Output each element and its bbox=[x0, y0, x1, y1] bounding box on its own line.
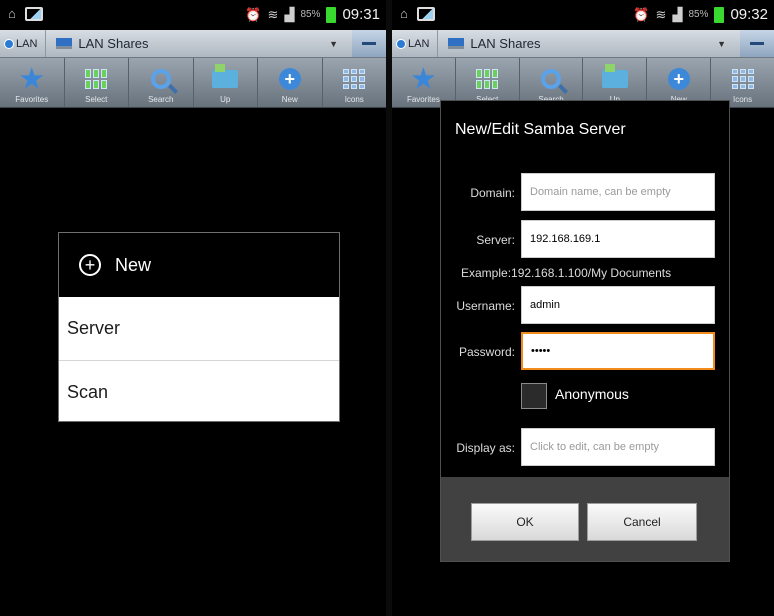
plus-circle-icon: + bbox=[79, 254, 101, 276]
menu-item-server[interactable]: Server bbox=[59, 297, 339, 360]
menu-item-scan[interactable]: Scan bbox=[59, 360, 339, 423]
dialog-footer: OK Cancel bbox=[441, 477, 729, 561]
server-example-text: Example:192.168.1.100/My Documents bbox=[461, 266, 672, 280]
new-button[interactable]: + New bbox=[258, 58, 323, 107]
minus-icon bbox=[362, 42, 376, 45]
display-as-field[interactable]: Click to edit, can be empty bbox=[521, 428, 715, 466]
popup-header: + New bbox=[59, 233, 339, 297]
minus-icon bbox=[750, 42, 764, 45]
server-field[interactable]: 192.168.169.1 bbox=[521, 220, 715, 258]
search-button[interactable]: Search bbox=[129, 58, 194, 107]
title-bar: LAN LAN Shares ▼ bbox=[0, 30, 386, 58]
plus-icon: + bbox=[667, 68, 690, 90]
status-bar: ⌂ ⏰ ≋ ▟ 85% 09:31 bbox=[0, 0, 386, 30]
home-notification-icon: ⌂ bbox=[8, 6, 16, 21]
favorites-button[interactable]: Favorites bbox=[0, 58, 65, 107]
select-grid-icon bbox=[85, 69, 108, 89]
computer-icon bbox=[448, 38, 465, 49]
ok-button[interactable]: OK bbox=[471, 503, 579, 541]
minimize-button[interactable] bbox=[352, 30, 386, 57]
dropdown-arrow-icon[interactable]: ▼ bbox=[329, 39, 338, 49]
lan-tab[interactable]: LAN bbox=[392, 30, 439, 57]
select-button[interactable]: Select bbox=[65, 58, 129, 107]
up-label: Up bbox=[220, 95, 231, 104]
toolbar: Favorites Select Search Up + New Icons bbox=[0, 58, 386, 108]
star-icon bbox=[20, 67, 44, 89]
lan-tab[interactable]: LAN bbox=[0, 30, 47, 57]
dialog-title: New/Edit Samba Server bbox=[455, 121, 626, 138]
lan-tab-label: LAN bbox=[16, 37, 38, 50]
new-popup-menu: + New Server Scan bbox=[58, 232, 340, 422]
alarm-icon: ⏰ bbox=[633, 6, 650, 22]
lan-shares-tab[interactable]: LAN Shares bbox=[438, 36, 717, 51]
search-icon bbox=[541, 69, 562, 89]
cancel-button[interactable]: Cancel bbox=[587, 503, 697, 541]
gallery-notification-icon bbox=[24, 7, 43, 21]
home-notification-icon: ⌂ bbox=[400, 6, 408, 21]
signal-icon: ▟ bbox=[672, 6, 683, 22]
search-label: Search bbox=[148, 95, 174, 104]
clock: 09:31 bbox=[342, 6, 380, 23]
samba-server-dialog: New/Edit Samba Server Domain: Domain nam… bbox=[440, 100, 730, 562]
anonymous-checkbox[interactable] bbox=[521, 383, 547, 409]
password-label: Password: bbox=[458, 345, 515, 359]
lan-icon bbox=[4, 38, 14, 49]
domain-field[interactable]: Domain name, can be empty bbox=[521, 173, 715, 211]
icons-grid-icon bbox=[343, 69, 366, 89]
star-icon bbox=[411, 67, 435, 89]
new-label: New bbox=[281, 95, 298, 104]
left-screen: ⌂ ⏰ ≋ ▟ 85% 09:31 LAN LAN Shares ▼ Favor… bbox=[0, 0, 386, 616]
clock: 09:32 bbox=[730, 6, 768, 23]
popup-title: New bbox=[115, 254, 152, 275]
favorites-label: Favorites bbox=[15, 95, 49, 104]
alarm-icon: ⏰ bbox=[245, 6, 262, 22]
display-as-label: Display as: bbox=[456, 441, 515, 455]
folder-up-icon bbox=[601, 64, 628, 88]
up-button[interactable]: Up bbox=[194, 58, 258, 107]
username-label: Username: bbox=[456, 299, 515, 313]
lan-icon bbox=[396, 38, 406, 49]
anonymous-label: Anonymous bbox=[555, 386, 629, 402]
lan-shares-label: LAN Shares bbox=[78, 36, 149, 51]
lan-tab-label: LAN bbox=[408, 37, 430, 50]
status-bar: ⌂ ⏰ ≋ ▟ 85% 09:32 bbox=[392, 0, 774, 30]
plus-icon: + bbox=[278, 68, 301, 90]
domain-label: Domain: bbox=[470, 186, 515, 200]
battery-icon bbox=[326, 6, 337, 23]
select-label: Select bbox=[85, 95, 108, 104]
server-label: Server: bbox=[476, 233, 515, 247]
lan-shares-tab[interactable]: LAN Shares bbox=[46, 36, 329, 51]
wifi-icon: ≋ bbox=[267, 6, 279, 22]
title-bar: LAN LAN Shares ▼ bbox=[392, 30, 774, 58]
select-grid-icon bbox=[476, 69, 499, 89]
username-field[interactable]: admin bbox=[521, 286, 715, 324]
wifi-icon: ≋ bbox=[655, 6, 667, 22]
signal-icon: ▟ bbox=[284, 6, 295, 22]
computer-icon bbox=[56, 38, 73, 49]
icons-button[interactable]: Icons bbox=[323, 58, 387, 107]
lan-shares-label: LAN Shares bbox=[470, 36, 541, 51]
right-screen: ⌂ ⏰ ≋ ▟ 85% 09:32 LAN LAN Shares ▼ Favor… bbox=[392, 0, 774, 616]
minimize-button[interactable] bbox=[740, 30, 774, 57]
battery-percent: 85% bbox=[300, 9, 321, 20]
icons-label: Icons bbox=[732, 95, 753, 104]
gallery-notification-icon bbox=[416, 7, 435, 21]
dropdown-arrow-icon[interactable]: ▼ bbox=[717, 39, 726, 49]
search-icon bbox=[150, 69, 171, 89]
battery-icon bbox=[714, 6, 725, 23]
battery-percent: 85% bbox=[688, 9, 709, 20]
icons-label: Icons bbox=[344, 95, 364, 104]
favorites-label: Favorites bbox=[406, 95, 440, 104]
icons-grid-icon bbox=[731, 69, 754, 89]
folder-up-icon bbox=[212, 64, 239, 88]
password-field[interactable]: ••••• bbox=[521, 332, 715, 370]
